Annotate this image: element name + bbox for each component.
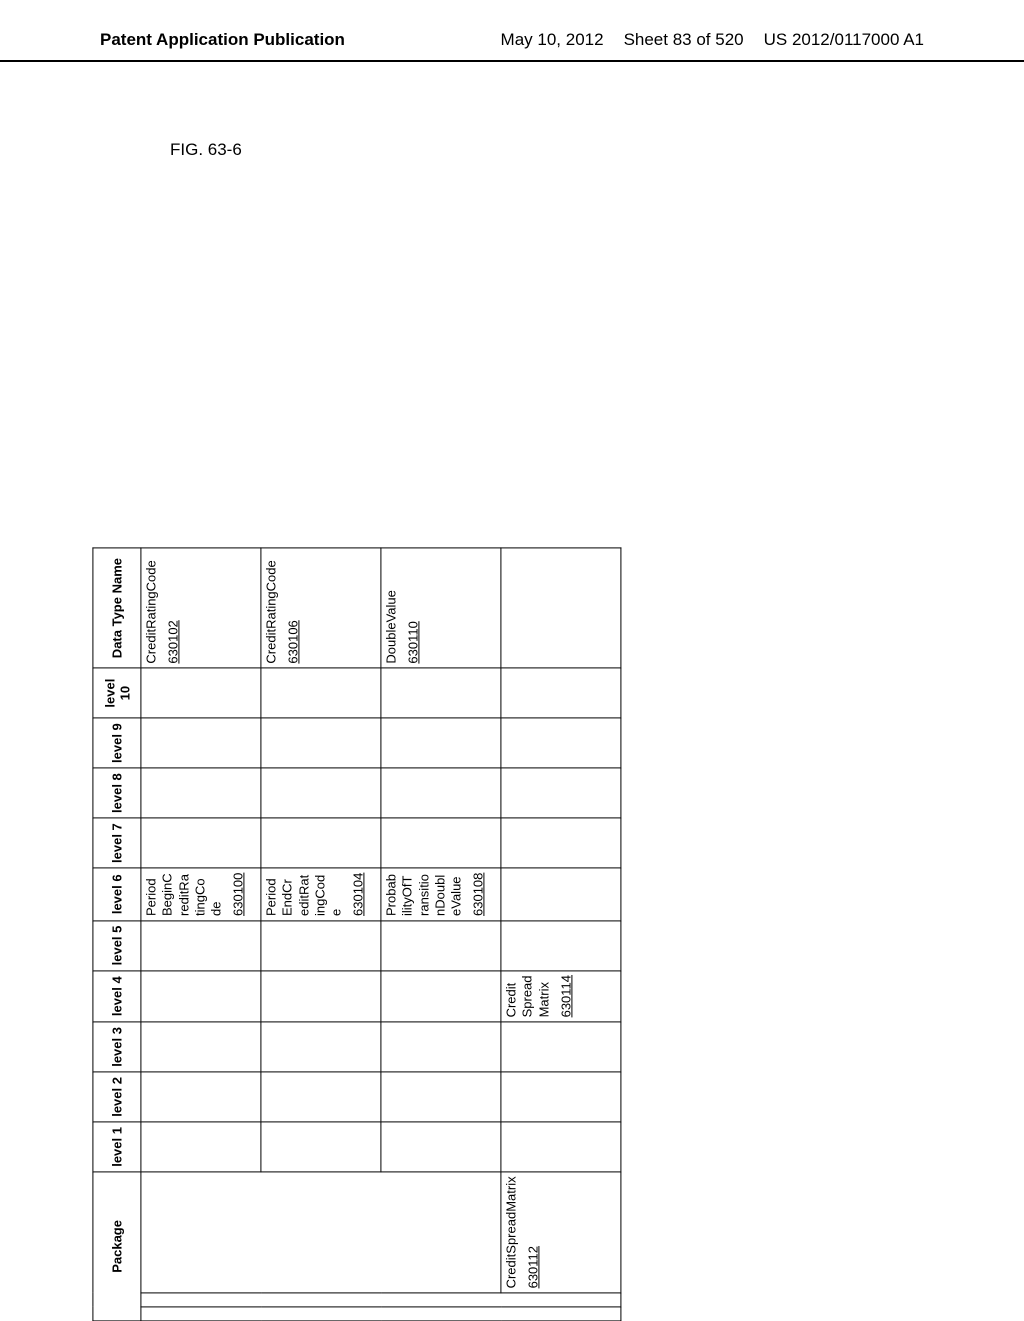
header-date: May 10, 2012 xyxy=(501,30,604,50)
cell xyxy=(141,668,261,718)
pkg-stub xyxy=(141,1293,621,1307)
col-level4: level 4 xyxy=(93,970,141,1021)
cell xyxy=(141,1022,261,1072)
header-publication: Patent Application Publication xyxy=(100,30,345,50)
cell xyxy=(501,1122,621,1172)
cell-text: CreditRatingCode xyxy=(143,560,158,663)
col-level2: level 2 xyxy=(93,1072,141,1122)
cell-datatype: CreditRatingCode 630102 xyxy=(141,548,261,668)
cell-ref: 630104 xyxy=(351,873,366,916)
cell xyxy=(381,1122,501,1172)
cell xyxy=(381,668,501,718)
cell xyxy=(501,868,621,920)
col-level10: level 10 xyxy=(93,668,141,718)
col-level3: level 3 xyxy=(93,1022,141,1072)
cell xyxy=(501,920,621,970)
cell-level6: ProbabilityOfTransitionDoubleValue 63010… xyxy=(381,868,501,920)
cell xyxy=(381,718,501,768)
cell-datatype: CreditRatingCode 630106 xyxy=(261,548,381,668)
cell xyxy=(501,768,621,818)
cell-text: PeriodEndCreditRatingCode xyxy=(263,875,343,916)
cell-ref: 630114 xyxy=(558,975,573,1017)
pkg-group xyxy=(141,1172,501,1293)
cell xyxy=(261,768,381,818)
cell xyxy=(261,1022,381,1072)
cell-ref: 630106 xyxy=(286,553,301,664)
cell xyxy=(501,718,621,768)
cell xyxy=(261,668,381,718)
cell-ref: 630108 xyxy=(471,873,486,916)
cell xyxy=(141,1122,261,1172)
col-level9: level 9 xyxy=(93,718,141,768)
table-row: PeriodBeginCreditRatingCode 630100 Credi… xyxy=(141,548,261,1321)
cell xyxy=(501,1022,621,1072)
header-sheet: Sheet 83 of 520 xyxy=(624,30,744,50)
cell-ref: 630110 xyxy=(406,553,421,664)
cell-datatype: DoubleValue 630110 xyxy=(381,548,501,668)
cell-text: PeriodBeginCreditRatingCode xyxy=(143,873,223,916)
cell xyxy=(141,920,261,970)
col-level8: level 8 xyxy=(93,768,141,818)
cell xyxy=(141,970,261,1021)
cell-level4: CreditSpreadMatrix 630114 xyxy=(501,970,621,1021)
cell xyxy=(261,718,381,768)
col-level1: level 1 xyxy=(93,1122,141,1172)
figure-label: FIG. 63-6 xyxy=(160,140,760,160)
cell xyxy=(381,1072,501,1122)
header-right-group: May 10, 2012 Sheet 83 of 520 US 2012/011… xyxy=(501,30,924,50)
cell xyxy=(501,1072,621,1122)
cell xyxy=(261,1072,381,1122)
table-header-row: Package level 1 level 2 level 3 level 4 … xyxy=(93,548,141,1321)
table-row: CreditSpreadMatrix 630112 CreditSpreadMa… xyxy=(501,548,621,1321)
cell-level6: PeriodBeginCreditRatingCode 630100 xyxy=(141,868,261,920)
rotated-table: Package level 1 level 2 level 3 level 4 … xyxy=(92,548,621,1321)
cell xyxy=(141,1072,261,1122)
cell xyxy=(261,920,381,970)
cell-ref: 630112 xyxy=(526,1176,541,1288)
cell xyxy=(261,1122,381,1172)
cell-ref: 630100 xyxy=(231,873,246,916)
cell xyxy=(381,768,501,818)
cell-text: ProbabilityOfTransitionDoubleValue xyxy=(383,874,463,916)
cell-text: DoubleValue xyxy=(383,590,398,663)
cell xyxy=(261,818,381,868)
figure-content: FIG. 63-6 Package level 1 level 2 level … xyxy=(160,140,760,1140)
cell-ref: 630102 xyxy=(166,553,181,664)
cell-text: CreditSpreadMatrix xyxy=(503,1176,518,1288)
cell xyxy=(501,668,621,718)
cell xyxy=(501,818,621,868)
col-datatype: Data Type Name xyxy=(93,548,141,668)
col-package: Package xyxy=(93,1172,141,1321)
col-level7: level 7 xyxy=(93,818,141,868)
col-level5: level 5 xyxy=(93,920,141,970)
cell xyxy=(261,970,381,1021)
cell xyxy=(381,920,501,970)
page-header: Patent Application Publication May 10, 2… xyxy=(0,30,1024,62)
cell xyxy=(141,718,261,768)
cell xyxy=(381,818,501,868)
cell-datatype xyxy=(501,548,621,668)
cell-text: CreditRatingCode xyxy=(263,560,278,663)
cell-package: CreditSpreadMatrix 630112 xyxy=(501,1172,621,1293)
cell-level6: PeriodEndCreditRatingCode 630104 xyxy=(261,868,381,920)
cell xyxy=(141,818,261,868)
data-table: Package level 1 level 2 level 3 level 4 … xyxy=(92,548,621,1321)
cell xyxy=(381,1022,501,1072)
cell xyxy=(381,970,501,1021)
col-level6: level 6 xyxy=(93,868,141,920)
cell-text: CreditSpreadMatrix xyxy=(503,975,551,1017)
header-pubno: US 2012/0117000 A1 xyxy=(764,30,924,50)
cell xyxy=(141,768,261,818)
pkg-stub xyxy=(141,1307,621,1321)
